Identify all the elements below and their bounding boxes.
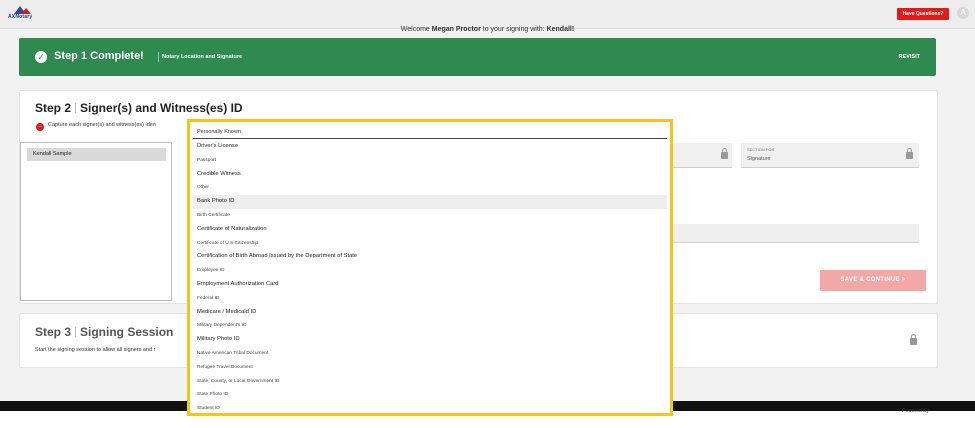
signer-list-item[interactable]: Kendall Sample [27,148,166,161]
id-option-military-dependent[interactable]: Military Dependent's ID [193,319,667,333]
id-option-birth-certificate[interactable]: Birth Certificate [193,209,667,223]
id-option-drivers-license[interactable]: Driver's License [193,140,667,154]
error-icon: − [36,123,44,131]
id-option-employment-auth[interactable]: Employment Authorization Card [193,278,667,292]
powered-by-text: Powered By [902,408,929,414]
step2-hint-text: Capture each signer(s) and witness(es) i… [48,122,156,128]
locked-field [670,143,732,168]
revisit-button[interactable]: REVISIT [899,54,920,60]
id-option-government-id[interactable]: State, County, or Local Government ID [193,375,667,389]
step2-number: Step 2 [35,101,72,115]
step1-title: Step 1 Complete! [54,50,144,62]
app-logo[interactable]: AXNotary [8,6,44,22]
section-for-field: SECTION FOR Signature [741,143,919,168]
id-type-options: Driver's License Passport Credible Witne… [193,140,667,416]
id-option-medicare[interactable]: Medicare / Medicaid ID [193,306,667,320]
welcome-message: Welcome Megan Proctor to your signing wi… [0,26,975,33]
step1-subtitle: Notary Location and Signature [162,54,243,60]
logo-text: AXNotary [8,14,33,20]
id-option-bank-photo-id[interactable]: Bank Photo ID [193,195,667,209]
welcome-mid: to your signing with: [482,26,545,33]
welcome-prefix: Welcome [400,26,430,33]
step3-heading: Signing Session [80,325,174,339]
id-option-citizenship[interactable]: Certificate of U.S Citizenship [193,237,667,251]
title-divider [75,327,77,337]
id-option-passport[interactable]: Passport [193,154,667,168]
id-option-other[interactable]: Other [193,181,667,195]
id-type-selected[interactable]: Personally Known [193,126,667,139]
id-option-tribal-document[interactable]: Native American Tribal Document [193,347,667,361]
welcome-user-name: Megan Proctor [431,26,481,33]
step3-title: Step 3 Signing Session [35,325,173,339]
lock-icon [721,148,728,159]
step2-hint: − Capture each signer(s) and witness(es) … [36,122,156,131]
user-avatar[interactable]: A [957,7,969,19]
step2-title: Step 2 Signer(s) and Witness(es) ID [35,101,243,115]
id-option-federal-id[interactable]: Federal ID [193,292,667,306]
step3-description: Start the signing session to allow all s… [35,347,156,353]
id-option-state-photo[interactable]: State Photo ID [193,388,667,402]
id-type-dropdown[interactable]: Personally Known Driver's License Passpo… [187,119,673,416]
id-option-birth-abroad[interactable]: Certification of Birth Abroad Issued by … [193,250,667,264]
step1-complete-banner: ✓ Step 1 Complete! Notary Location and S… [19,38,936,76]
have-questions-button[interactable]: Have Questions? [897,8,949,20]
section-for-value: Signature [747,156,771,162]
id-option-military-photo[interactable]: Military Photo ID [193,333,667,347]
welcome-signer-name: Kendall! [546,26,575,33]
lock-icon [906,148,913,159]
id-option-refugee-travel[interactable]: Refugee Travel Document [193,361,667,375]
signer-list: Kendall Sample [20,142,172,301]
step3-number: Step 3 [35,325,72,339]
disabled-input [670,224,919,243]
check-circle-icon: ✓ [35,51,47,63]
save-continue-button[interactable]: SAVE & CONTINUE > [820,270,926,291]
step1-divider [158,52,159,62]
id-option-employee-id[interactable]: Employee ID [193,264,667,278]
section-for-label: SECTION FOR [747,147,775,152]
lock-icon [910,334,917,345]
top-bar: AXNotary Have Questions? A [0,0,975,29]
id-option-student-id[interactable]: Student ID [193,402,667,416]
id-option-credible-witness[interactable]: Credible Witness [193,168,667,182]
title-divider [75,103,77,113]
step2-heading: Signer(s) and Witness(es) ID [80,101,243,115]
id-option-naturalization[interactable]: Certificate of Naturalization [193,223,667,237]
